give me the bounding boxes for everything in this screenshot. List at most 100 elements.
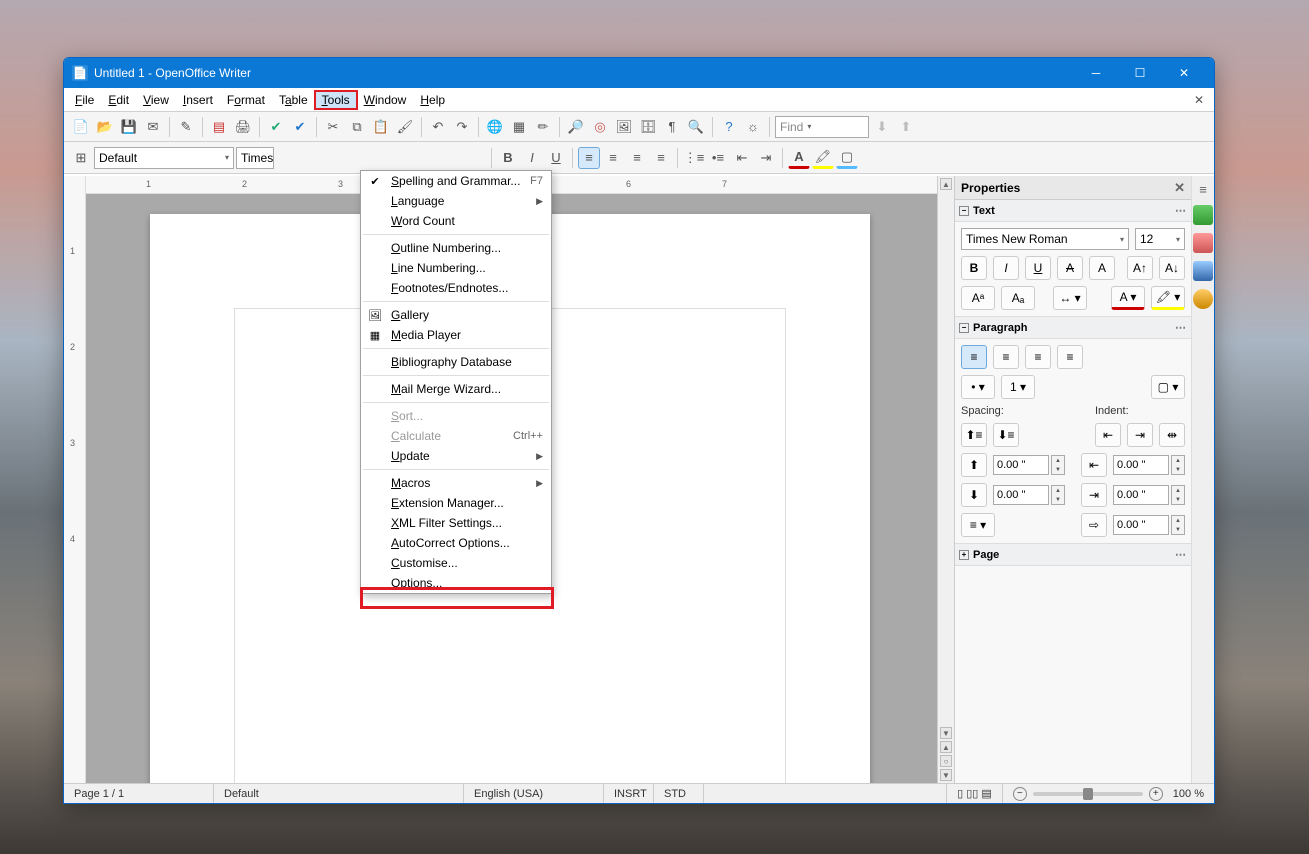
tools-extension-manager[interactable]: Extension Manager...	[361, 493, 551, 513]
draw-icon[interactable]: ✏	[532, 116, 554, 138]
zoom-slider[interactable]	[1033, 792, 1143, 796]
tools-macros[interactable]: Macros▶	[361, 473, 551, 493]
scroll-up-icon[interactable]: ▲	[940, 178, 952, 190]
hyperlink-icon[interactable]: 🌐	[484, 116, 506, 138]
status-page[interactable]: Page 1 / 1	[64, 784, 214, 803]
sidebar-font-combo[interactable]: Times New Roman▾	[961, 228, 1129, 250]
tools-autocorrect-options[interactable]: AutoCorrect Options...	[361, 533, 551, 553]
sidebar-italic-icon[interactable]: I	[993, 256, 1019, 280]
format-paint-icon[interactable]: 🖌	[394, 116, 416, 138]
spacing-inc-icon[interactable]: ⬆≡	[961, 423, 987, 447]
export-pdf-icon[interactable]: ▤	[208, 116, 230, 138]
menu-table[interactable]: Table	[272, 91, 315, 109]
para-numbering-icon[interactable]: 1 ▾	[1001, 375, 1035, 399]
sidebar-navigator-tab[interactable]	[1193, 289, 1213, 309]
sidebar-underline-icon[interactable]: U	[1025, 256, 1051, 280]
tools-word-count[interactable]: Word Count	[361, 211, 551, 231]
menu-insert[interactable]: Insert	[176, 91, 220, 109]
spacing-dec-icon[interactable]: ⬇≡	[993, 423, 1019, 447]
find-next-icon[interactable]: ⬇	[871, 116, 893, 138]
sidebar-spacing-icon[interactable]: ↔ ▾	[1053, 286, 1087, 310]
font-name-combo[interactable]: Times New Roman	[236, 147, 274, 169]
bold-icon[interactable]: B	[497, 147, 519, 169]
whatsthis-icon[interactable]: ☼	[742, 116, 764, 138]
status-language[interactable]: English (USA)	[464, 784, 604, 803]
space-below-input[interactable]: ▲▼	[993, 485, 1065, 505]
gallery-icon[interactable]: 🖼	[613, 116, 635, 138]
number-list-icon[interactable]: ⋮≡	[683, 147, 705, 169]
bullet-list-icon[interactable]: •≡	[707, 147, 729, 169]
maximize-button[interactable]: ☐	[1118, 58, 1162, 88]
align-left-icon[interactable]: ≡	[578, 147, 600, 169]
undo-icon[interactable]: ↶	[427, 116, 449, 138]
para-align-center-icon[interactable]: ≡	[993, 345, 1019, 369]
sidebar-highlight-icon[interactable]: 🖍 ▾	[1151, 286, 1185, 310]
new-icon[interactable]: 📄	[70, 116, 92, 138]
indent-dec2-icon[interactable]: ⇤	[1095, 423, 1121, 447]
sidebar-shadow-icon[interactable]: A	[1089, 256, 1115, 280]
nonprint-icon[interactable]: ¶	[661, 116, 683, 138]
tools-footnotes-endnotes[interactable]: Footnotes/Endnotes...	[361, 278, 551, 298]
tools-customise[interactable]: Customise...	[361, 553, 551, 573]
autospell-icon[interactable]: ✔	[289, 116, 311, 138]
vertical-scrollbar[interactable]: ▲ ▼ ▲ ○ ▼	[937, 176, 954, 783]
tools-mail-merge-wizard[interactable]: Mail Merge Wizard...	[361, 379, 551, 399]
tools-options[interactable]: Options...	[361, 573, 551, 593]
menu-edit[interactable]: Edit	[101, 91, 136, 109]
datasource-icon[interactable]: 🗄	[637, 116, 659, 138]
italic-icon[interactable]: I	[521, 147, 543, 169]
menu-format[interactable]: Format	[220, 91, 272, 109]
underline-icon[interactable]: U	[545, 147, 567, 169]
sidebar-bold-icon[interactable]: B	[961, 256, 987, 280]
sidebar-superscript-icon[interactable]: Aᵃ	[961, 286, 995, 310]
save-icon[interactable]: 💾	[118, 116, 140, 138]
menu-window[interactable]: Window	[357, 91, 414, 109]
sidebar-subscript-icon[interactable]: Aₐ	[1001, 286, 1035, 310]
sidebar-fontcolor-icon[interactable]: A ▾	[1111, 286, 1145, 310]
indent-left-input[interactable]: ▲▼	[1113, 455, 1185, 475]
table-icon[interactable]: ▦	[508, 116, 530, 138]
align-center-icon[interactable]: ≡	[602, 147, 624, 169]
indent-right-icon[interactable]: ⇥	[1081, 483, 1107, 507]
indent-inc2-icon[interactable]: ⇥	[1127, 423, 1153, 447]
tools-outline-numbering[interactable]: Outline Numbering...	[361, 238, 551, 258]
menu-tools[interactable]: Tools	[315, 91, 357, 109]
align-right-icon[interactable]: ≡	[626, 147, 648, 169]
para-align-left-icon[interactable]: ≡	[961, 345, 987, 369]
minimize-button[interactable]: ─	[1074, 58, 1118, 88]
para-bullets-icon[interactable]: • ▾	[961, 375, 995, 399]
bg-color-icon[interactable]: ▢	[836, 147, 858, 169]
zoom-icon[interactable]: 🔍	[685, 116, 707, 138]
section-page-header[interactable]: +Page⋯	[955, 544, 1191, 566]
paste-icon[interactable]: 📋	[370, 116, 392, 138]
redo-icon[interactable]: ↷	[451, 116, 473, 138]
para-align-justify-icon[interactable]: ≡	[1057, 345, 1083, 369]
next-page-icon[interactable]: ▼	[940, 769, 952, 781]
status-style[interactable]: Default	[214, 784, 464, 803]
line-spacing-icon[interactable]: ≡ ▾	[961, 513, 995, 537]
firstline-indent-icon[interactable]: ⇨	[1081, 513, 1107, 537]
tools-bibliography-database[interactable]: Bibliography Database	[361, 352, 551, 372]
indent-dec-icon[interactable]: ⇤	[731, 147, 753, 169]
tools-language[interactable]: Language▶	[361, 191, 551, 211]
sidebar-shrink-icon[interactable]: A↓	[1159, 256, 1185, 280]
email-icon[interactable]: ✉	[142, 116, 164, 138]
font-color-icon[interactable]: A	[788, 147, 810, 169]
paragraph-style-combo[interactable]: Default▾	[94, 147, 234, 169]
status-selmode[interactable]: STD	[654, 784, 704, 803]
sidebar-grow-icon[interactable]: A↑	[1127, 256, 1153, 280]
tools-xml-filter-settings[interactable]: XML Filter Settings...	[361, 513, 551, 533]
indent-inc-icon[interactable]: ⇥	[755, 147, 777, 169]
para-align-right-icon[interactable]: ≡	[1025, 345, 1051, 369]
para-bgcolor-icon[interactable]: ▢ ▾	[1151, 375, 1185, 399]
nav-object-icon[interactable]: ○	[940, 755, 952, 767]
zoom-out-icon[interactable]: −	[1013, 787, 1027, 801]
zoom-in-icon[interactable]: +	[1149, 787, 1163, 801]
close-button[interactable]: ✕	[1162, 58, 1206, 88]
sidebar-close-icon[interactable]: ✕	[1174, 180, 1185, 196]
menu-help[interactable]: Help	[413, 91, 452, 109]
space-above-icon[interactable]: ⬆	[961, 453, 987, 477]
status-insert[interactable]: INSRT	[604, 784, 654, 803]
firstline-indent-input[interactable]: ▲▼	[1113, 515, 1185, 535]
tools-line-numbering[interactable]: Line Numbering...	[361, 258, 551, 278]
